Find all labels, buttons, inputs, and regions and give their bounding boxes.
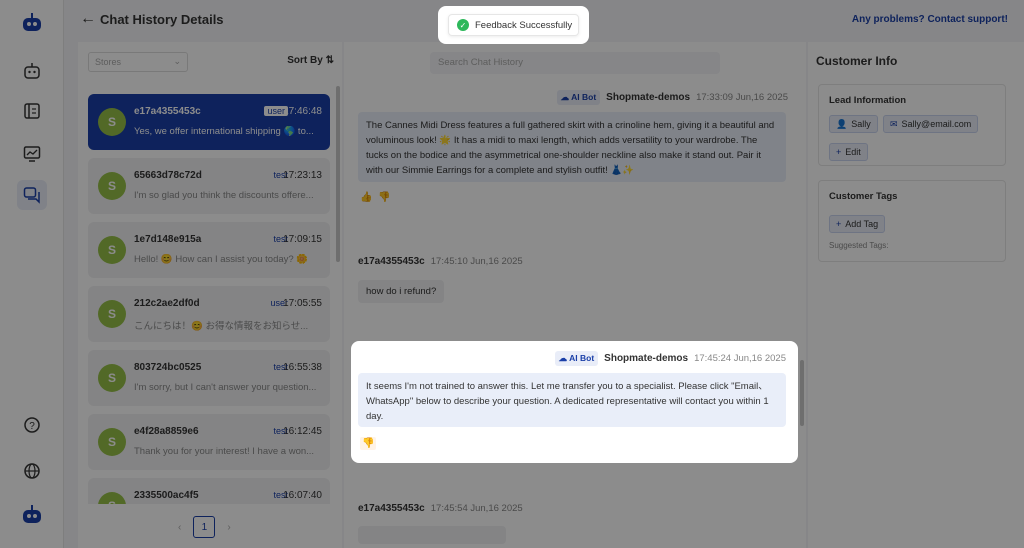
ai-bot-badge: ☁ AI Bot — [554, 351, 599, 366]
toast-message: Feedback Successfully — [475, 19, 573, 31]
toast-container: ✓ Feedback Successfully — [438, 6, 589, 44]
ai-badge-label: AI Bot — [569, 353, 595, 363]
message-time: 17:45:24 Jun,16 2025 — [694, 353, 786, 364]
dim-overlay — [0, 0, 1024, 548]
message-header: ☁ AI Bot Shopmate-demos 17:45:24 Jun,16 … — [554, 351, 786, 366]
message-sender: Shopmate-demos — [604, 353, 689, 364]
thumbs-down-icon[interactable]: 👎 — [360, 437, 377, 450]
check-circle-icon: ✓ — [457, 19, 469, 31]
highlighted-bot-message: ☁ AI Bot Shopmate-demos 17:45:24 Jun,16 … — [351, 341, 798, 463]
bot-message-bubble: It seems I'm not trained to answer this.… — [358, 373, 786, 427]
feedback-toast: ✓ Feedback Successfully — [448, 14, 579, 36]
